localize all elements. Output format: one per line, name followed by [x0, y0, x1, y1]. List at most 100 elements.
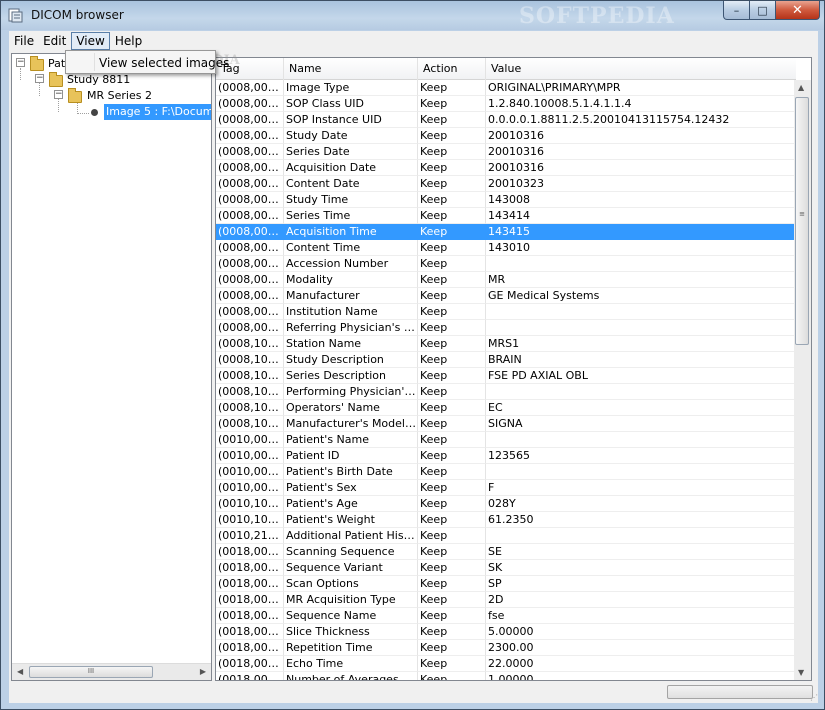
menu-edit[interactable]: Edit: [39, 32, 70, 50]
scroll-left-icon[interactable]: ◀: [17, 667, 23, 676]
table-row[interactable]: (0010,21B0) Additional Patient History Kee…: [216, 528, 796, 544]
scroll-down-icon[interactable]: ▼: [798, 668, 804, 677]
table-row[interactable]: (0008,0023) Content Date Keep 20010323: [216, 176, 796, 192]
status-bar: ⋰: [9, 681, 818, 703]
collapse-icon[interactable]: −: [16, 58, 25, 67]
table-row[interactable]: (0008,0030) Study Time Keep 143008: [216, 192, 796, 208]
cell-tag: (0008,0090): [216, 320, 284, 336]
table-row[interactable]: (0008,0033) Content Time Keep 143010: [216, 240, 796, 256]
table-row[interactable]: (0008,1010) Station Name Keep MRS1: [216, 336, 796, 352]
table-row[interactable]: (0018,0050) Slice Thickness Keep 5.00000: [216, 624, 796, 640]
scroll-thumb[interactable]: ≡: [795, 97, 809, 345]
menu-view[interactable]: View: [71, 32, 110, 50]
cell-name: Patient's Age: [284, 496, 418, 512]
table-row[interactable]: (0018,0023) MR Acquisition Type Keep 2D: [216, 592, 796, 608]
table-row[interactable]: (0008,0022) Acquisition Date Keep 20010316: [216, 160, 796, 176]
dicom-browser-window: DICOM browser SOFTPEDIA – □ ✕ File Edit …: [0, 0, 825, 710]
table-row[interactable]: (0008,0031) Series Time Keep 143414: [216, 208, 796, 224]
table-row[interactable]: (0008,0021) Series Date Keep 20010316: [216, 144, 796, 160]
collapse-icon[interactable]: −: [54, 90, 63, 99]
cell-name: Scan Options: [284, 576, 418, 592]
table-row[interactable]: (0008,0032) Acquisition Time Keep 143415: [216, 224, 796, 240]
table-row[interactable]: (0010,0030) Patient's Birth Date Keep: [216, 464, 796, 480]
cell-action: Keep: [418, 640, 486, 656]
table-row[interactable]: (0010,0010) Patient's Name Keep: [216, 432, 796, 448]
table-row[interactable]: (0008,0018) SOP Instance UID Keep 0.0.0.0.1…: [216, 112, 796, 128]
maximize-button[interactable]: □: [750, 1, 776, 20]
menu-file[interactable]: File: [10, 32, 38, 50]
table-row[interactable]: (0008,0016) SOP Class UID Keep 1.2.840.1000…: [216, 96, 796, 112]
attributes-table[interactable]: Tag Name Action Value (0008,0008) Image T…: [215, 57, 812, 681]
close-button[interactable]: ✕: [776, 1, 820, 20]
table-row[interactable]: (0008,1070) Operators' Name Keep EC: [216, 400, 796, 416]
scroll-up-icon[interactable]: ▲: [798, 83, 804, 92]
tree-horizontal-scrollbar[interactable]: ◀ III ▶: [12, 663, 211, 680]
table-row[interactable]: (0010,0020) Patient ID Keep 123565: [216, 448, 796, 464]
table-row[interactable]: (0008,0060) Modality Keep MR: [216, 272, 796, 288]
table-row[interactable]: (0008,103E) Series Description Keep FSE PD …: [216, 368, 796, 384]
scroll-right-icon[interactable]: ▶: [200, 667, 206, 676]
table-row[interactable]: (0008,0080) Institution Name Keep: [216, 304, 796, 320]
cell-action: Keep: [418, 352, 486, 368]
cell-tag: (0008,0023): [216, 176, 284, 192]
cell-action: Keep: [418, 560, 486, 576]
table-row[interactable]: (0008,0020) Study Date Keep 20010316: [216, 128, 796, 144]
cell-tag: (0010,0030): [216, 464, 284, 480]
close-icon: ✕: [792, 2, 803, 18]
table-row[interactable]: (0018,0024) Sequence Name Keep fse: [216, 608, 796, 624]
column-header-name[interactable]: Name: [284, 58, 418, 80]
progress-bar: [667, 685, 813, 699]
table-row[interactable]: (0018,0081) Echo Time Keep 22.0000: [216, 656, 796, 672]
cell-action: Keep: [418, 480, 486, 496]
cell-action: Keep: [418, 288, 486, 304]
minimize-icon: –: [733, 3, 740, 17]
cell-value: SP: [486, 576, 796, 592]
cell-name: Repetition Time: [284, 640, 418, 656]
cell-name: Study Description: [284, 352, 418, 368]
table-row[interactable]: (0010,1010) Patient's Age Keep 028Y: [216, 496, 796, 512]
cell-value: EC: [486, 400, 796, 416]
table-vertical-scrollbar[interactable]: ▲ ≡ ▼: [794, 80, 811, 680]
minimize-button[interactable]: –: [723, 1, 750, 20]
table-row[interactable]: (0010,0040) Patient's Sex Keep F: [216, 480, 796, 496]
column-header-value[interactable]: Value: [486, 58, 796, 80]
table-row[interactable]: (0008,0090)Referring Physician's NameKee…: [216, 320, 796, 336]
table-row[interactable]: (0008,0008) Image Type Keep ORIGINAL\PRIMAR…: [216, 80, 796, 96]
cell-tag: (0010,0020): [216, 448, 284, 464]
table-row[interactable]: (0008,1090)Manufacturer's Model NameKeep…: [216, 416, 796, 432]
cell-name: Acquisition Time: [284, 224, 418, 240]
table-row[interactable]: (0018,0083) Number of Averages Keep 1.00000: [216, 672, 796, 680]
table-row[interactable]: (0018,0020) Scanning Sequence Keep SE: [216, 544, 796, 560]
table-row[interactable]: (0008,1050)Performing Physician's NameKe…: [216, 384, 796, 400]
cell-tag: (0008,1050): [216, 384, 284, 400]
tree-node-image[interactable]: Image 5 : F:\Documents: [104, 104, 211, 120]
tree-connector: [39, 83, 40, 96]
table-row[interactable]: (0010,1030) Patient's Weight Keep 61.2350: [216, 512, 796, 528]
table-row[interactable]: (0008,0070) Manufacturer Keep GE Medical Sy…: [216, 288, 796, 304]
cell-name: Patient's Sex: [284, 480, 418, 496]
resize-grip-icon[interactable]: ⋰: [810, 693, 818, 702]
cell-value: ORIGINAL\PRIMARY\MPR: [486, 80, 796, 96]
cell-tag: (0008,0050): [216, 256, 284, 272]
title-bar[interactable]: DICOM browser SOFTPEDIA – □ ✕: [1, 1, 824, 30]
cell-value: fse: [486, 608, 796, 624]
cell-action: Keep: [418, 672, 486, 680]
window-title: DICOM browser: [31, 8, 124, 22]
table-row[interactable]: (0008,0050) Accession Number Keep: [216, 256, 796, 272]
cell-action: Keep: [418, 496, 486, 512]
table-row[interactable]: (0018,0021) Sequence Variant Keep SK: [216, 560, 796, 576]
table-row[interactable]: (0018,0080) Repetition Time Keep 2300.00: [216, 640, 796, 656]
cell-tag: (0008,0031): [216, 208, 284, 224]
table-row[interactable]: (0018,0022) Scan Options Keep SP: [216, 576, 796, 592]
column-header-action[interactable]: Action: [418, 58, 486, 80]
tree-node-study[interactable]: Study 8811: [67, 72, 130, 88]
menu-help[interactable]: Help: [111, 32, 146, 50]
dicom-tree[interactable]: − Patient 1 − Study 8811 − MR Series 2 I…: [11, 53, 212, 681]
menu-item-view-selected-images[interactable]: View selected images: [99, 56, 229, 70]
tree-node-series[interactable]: MR Series 2: [87, 88, 152, 104]
cell-tag: (0008,0033): [216, 240, 284, 256]
cell-value: 61.2350: [486, 512, 796, 528]
collapse-icon[interactable]: −: [35, 74, 44, 83]
table-row[interactable]: (0008,1030) Study Description Keep BRAIN: [216, 352, 796, 368]
scroll-thumb[interactable]: III: [29, 666, 153, 678]
